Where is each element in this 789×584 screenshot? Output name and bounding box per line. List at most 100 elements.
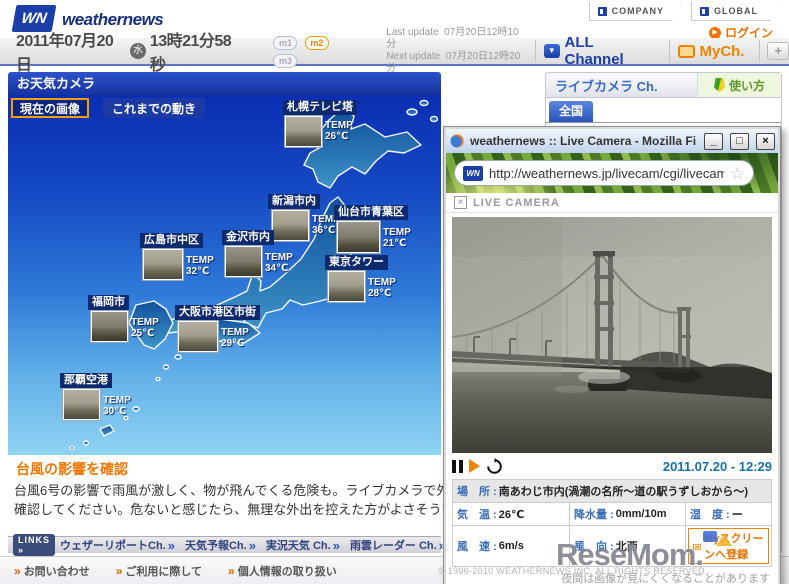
tab-current-image[interactable]: 現在の画像 — [11, 98, 90, 118]
separator — [534, 40, 536, 62]
update-info: Last update 07月20日12時10分 Next update 07月… — [386, 27, 527, 75]
minimize-button[interactable]: _ — [704, 132, 723, 150]
arrow-icon: » — [14, 563, 21, 578]
current-time: 13時21分58秒 — [149, 33, 232, 74]
live-camera-image — [452, 217, 772, 453]
camera-name-label: 金沢市内 — [222, 230, 274, 245]
wind-speed-label: 風 速 : — [457, 541, 497, 553]
info-row-place: 場 所 : 南あわじ市内(渦潮の名所～道の駅うずしおから～) — [452, 480, 772, 503]
resemom-watermark: ReseMom. — [556, 537, 704, 572]
url-text[interactable]: http://weathernews.jp/livecam/cgi/liveca… — [489, 166, 724, 181]
camera-thumbnail[interactable] — [177, 320, 219, 353]
login-arrow-icon: ▶ — [708, 26, 721, 39]
camera-name-label: 大阪市港区市街 — [175, 305, 260, 320]
camera-name-label: 福岡市 — [88, 295, 129, 310]
live-camera-header: × LIVE CAMERA — [446, 193, 778, 213]
play-button[interactable] — [469, 459, 480, 473]
camera-temp: TEMP 32℃ — [186, 255, 214, 277]
global-label: GLOBAL — [714, 6, 758, 16]
link-weather-report-ch[interactable]: ウェザーリポートCh. — [60, 537, 166, 553]
bridge-scene — [452, 217, 772, 453]
company-label: COMPANY — [611, 6, 664, 16]
weekday-badge: 水 — [130, 43, 146, 59]
camera-thumbnail[interactable] — [327, 270, 366, 303]
camera-temp: TEMP 28℃ — [368, 277, 396, 299]
link-rain-radar-ch[interactable]: 雨雲レーダー Ch. — [350, 537, 437, 553]
weathernews-favicon: WN — [463, 165, 483, 181]
camera-name-label: 広島市中区 — [140, 233, 203, 248]
refresh-button[interactable] — [486, 457, 503, 475]
tab-movement-history[interactable]: これまでの動き — [103, 98, 206, 118]
camera-thumbnail[interactable] — [284, 115, 323, 148]
camera-thumbnail[interactable] — [271, 209, 310, 242]
tab-zenkoku[interactable]: 全国 — [549, 101, 593, 122]
current-date: 2011年07月20日 — [16, 33, 114, 74]
arrow-icon: » — [228, 563, 235, 578]
link-forecast-ch[interactable]: 天気予報Ch. — [185, 537, 247, 553]
next-update-label: Next update — [386, 51, 441, 62]
help-label: 使い方 — [728, 78, 765, 93]
mych-label: MyCh. — [699, 42, 745, 60]
pause-button[interactable] — [452, 459, 463, 473]
camera-temp: TEMP 29℃ — [221, 327, 249, 349]
camera-thumbnail[interactable] — [90, 310, 129, 343]
chevron-icon: » — [332, 537, 340, 553]
camera-name-label: 札幌テレビ塔 — [283, 100, 357, 115]
date-bar: 2011年07月20日 水 13時21分58秒 m1 m2 m3 Last up… — [0, 27, 789, 74]
camera-temp: TEMP 21℃ — [383, 227, 411, 249]
popup-title-text: weathernews :: Live Camera - Mozilla Fi.… — [470, 134, 697, 148]
live-camera-label: LIVE CAMERA — [473, 196, 560, 209]
rainfall-label: 降水量 : — [574, 509, 614, 521]
divider — [546, 122, 781, 123]
wind-speed-value: 6m/s — [498, 540, 524, 552]
beginner-mark-icon — [713, 78, 725, 92]
place-label: 場 所 : — [457, 486, 497, 498]
url-bar[interactable]: WN http://weathernews.jp/livecam/cgi/liv… — [454, 160, 754, 186]
m2-badge[interactable]: m2 — [304, 36, 329, 50]
camera-thumbnail[interactable] — [224, 245, 263, 278]
links-bar: LINKS » ウェザーリポートCh. » 天気予報Ch. » 実況天気 Ch.… — [8, 534, 446, 556]
notice-title: 台風の影響を確認 — [16, 461, 128, 477]
info-row-weather: 気 温 : 26℃ 降水量 : 0mm/10m 湿 度 : ー — [452, 503, 772, 526]
help-button[interactable]: 使い方 — [697, 73, 781, 97]
arrow-icon: » — [115, 563, 123, 578]
maximize-button[interactable]: □ — [730, 132, 749, 150]
company-button[interactable]: COMPANY — [589, 2, 681, 21]
all-channel-button[interactable]: ▼ ALL Channel — [543, 34, 655, 68]
camera-thumbnail[interactable] — [62, 388, 101, 421]
notice-line-1: 台風6号の影響で雨風が激しく、物が飛んでくる危険も。ライブカメラで外の様 — [14, 483, 444, 498]
place-value: 南あわじ市内(渦潮の名所～道の駅うずしおから～) — [498, 486, 749, 498]
firefox-icon — [450, 134, 464, 148]
live-camera-channel-header: ライブカメラ Ch. 使い方 — [545, 72, 782, 98]
humidity-label: 湿 度 : — [690, 509, 730, 521]
camera-name-label: 仙台市青葉区 — [334, 205, 408, 220]
close-icon[interactable]: × — [454, 196, 467, 209]
m3-badge[interactable]: m3 — [273, 54, 298, 68]
chevron-icon: » — [248, 537, 256, 553]
close-button[interactable]: × — [756, 132, 775, 150]
camera-name-label: 東京タワー — [325, 255, 388, 270]
link-live-weather-ch[interactable]: 実況天気 Ch. — [266, 537, 331, 553]
camera-thumbnail[interactable] — [142, 248, 184, 281]
rainfall-value: 0mm/10m — [615, 508, 667, 520]
footer-privacy-link[interactable]: » 個人情報の取り扱い — [228, 563, 337, 579]
mych-button[interactable]: MyCh. — [677, 42, 745, 60]
last-update-label: Last update — [386, 27, 439, 38]
camera-name-label: 新潟市内 — [268, 194, 320, 209]
m1-badge[interactable]: m1 — [273, 36, 298, 50]
popup-title-bar[interactable]: weathernews :: Live Camera - Mozilla Fi.… — [446, 129, 778, 153]
camera-temp: TEMP 34℃ — [265, 252, 293, 274]
page: WN weathernews COMPANY GLOBAL ▶ ログイン 201… — [0, 0, 789, 584]
bookmark-star-icon[interactable]: ☆ — [730, 165, 745, 182]
separator — [758, 40, 760, 62]
camera-temp: TEMP 30℃ — [103, 395, 131, 417]
notice-line-2: 確認してください。危ないと感じたら、無理な外出を控えた方がよさそうです。 — [14, 502, 444, 517]
links-button[interactable]: LINKS » — [13, 534, 55, 556]
camera-thumbnail[interactable] — [336, 220, 381, 254]
footer-contact-link[interactable]: » お問い合わせ — [14, 563, 90, 579]
global-button[interactable]: GLOBAL — [691, 2, 779, 21]
add-channel-button[interactable]: + — [767, 42, 789, 60]
separator — [668, 40, 670, 62]
all-channel-label: ALL Channel — [564, 34, 624, 68]
footer-terms-link[interactable]: » ご利用に際して — [116, 563, 202, 579]
